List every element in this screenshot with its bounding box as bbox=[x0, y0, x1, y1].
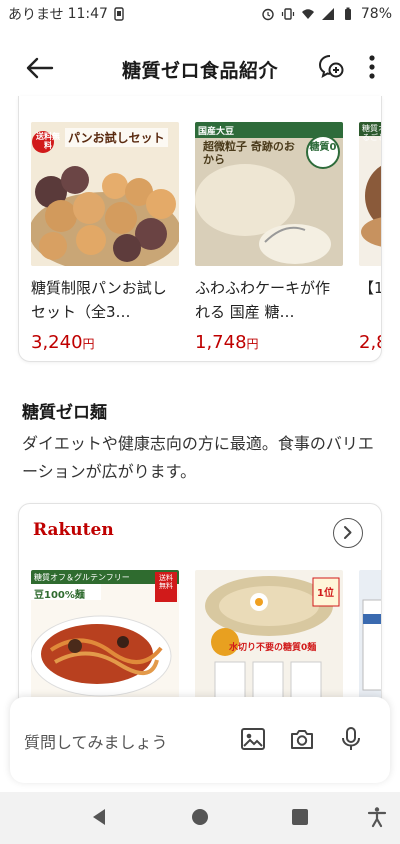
product-carousel[interactable]: 糖質オフ＆グルテンフリー 豆100%麺 送料無料 水切り不要の糖質0麺 1位 bbox=[31, 570, 381, 700]
product-image[interactable]: 糖質オフ＆グルテンフリー 豆100%麺 送料無料 bbox=[31, 570, 179, 700]
vibrate-icon bbox=[281, 8, 294, 20]
product-image[interactable]: 送料無料 パンお試しセット bbox=[31, 122, 179, 266]
product-price: 3,240円 bbox=[31, 332, 95, 353]
signal-icon bbox=[321, 8, 334, 20]
recents-square-icon[interactable] bbox=[289, 806, 311, 828]
rakuten-logo: Rakuten bbox=[33, 520, 114, 540]
question-input[interactable]: 質問してみましょう bbox=[24, 729, 168, 753]
product-price: 2,88 bbox=[359, 332, 381, 353]
product-item[interactable] bbox=[359, 570, 381, 700]
app-bar: 糖質ゼロ食品紹介 bbox=[0, 40, 400, 96]
product-card: 送料無料 パンお試しセット 糖質制限パンお試しセット（全3… 3,240円 国産… bbox=[18, 96, 382, 362]
domestic-soy-badge: 国産大豆 bbox=[198, 127, 235, 137]
image-icon[interactable] bbox=[240, 727, 266, 751]
new-chat-icon[interactable] bbox=[316, 52, 346, 82]
chevron-right-icon bbox=[344, 526, 352, 539]
phone-icon bbox=[114, 7, 124, 21]
package-image bbox=[362, 599, 381, 691]
more-options-icon[interactable] bbox=[366, 54, 378, 80]
section-title: 糖質ゼロ麺 bbox=[22, 403, 107, 423]
product-item[interactable]: 国産大豆 超微粒子 奇跡のおから 糖質0 ふわふわケーキが作れる 国産 糖… 1… bbox=[195, 122, 343, 353]
product-carousel[interactable]: 送料無料 パンお試しセット 糖質制限パンお試しセット（全3… 3,240円 国産… bbox=[31, 122, 381, 353]
free-shipping-badge: 送料無料 bbox=[36, 132, 60, 150]
product-name[interactable]: ふわふわケーキが作れる 国産 糖… bbox=[195, 276, 343, 324]
product-image[interactable]: 水切り不要の糖質0麺 1位 bbox=[195, 570, 343, 700]
product-image[interactable]: 国産大豆 超微粒子 奇跡のおから 糖質0 bbox=[195, 122, 343, 266]
clock: 11:47 bbox=[67, 6, 108, 22]
accessibility-icon[interactable] bbox=[366, 806, 388, 828]
image-banner: 糖質オフ＆グルテンフリー bbox=[34, 573, 130, 582]
notification-text: ありませ bbox=[8, 7, 64, 23]
product-item[interactable]: 水切り不要の糖質0麺 1位 bbox=[195, 570, 343, 700]
product-item[interactable]: 糖質オフ＆グルテンフリー 豆100%麺 送料無料 bbox=[31, 570, 179, 700]
battery-icon bbox=[344, 7, 351, 20]
card-next-button[interactable] bbox=[333, 518, 363, 548]
free-shipping-badge: 送料無料 bbox=[159, 574, 173, 590]
section-description: ダイエットや健康志向の方に最適。食事のバリエーションが広がります。 bbox=[22, 434, 374, 481]
bread-loaf-image bbox=[359, 122, 381, 266]
product-item[interactable]: 送料無料 パンお試しセット 糖質制限パンお試しセット（全3… 3,240円 bbox=[31, 122, 179, 353]
product-image[interactable] bbox=[359, 570, 381, 700]
alarm-icon bbox=[262, 8, 274, 21]
system-nav-bar bbox=[0, 792, 400, 844]
product-price: 1,748円 bbox=[195, 332, 259, 353]
camera-icon[interactable] bbox=[289, 727, 315, 751]
product-image[interactable]: 糖質オフ&グ まるごと bbox=[359, 122, 381, 266]
question-input-bar[interactable]: 質問してみましょう bbox=[10, 697, 390, 783]
image-caption: 超微粒子 奇跡のおから bbox=[203, 140, 295, 166]
wifi-icon bbox=[301, 9, 314, 19]
product-name[interactable]: 【15%ン】 bbox=[359, 276, 381, 324]
image-caption: 水切り不要の糖質0麺 bbox=[229, 643, 317, 653]
battery-level: 78% bbox=[360, 6, 392, 22]
product-item[interactable]: 糖質オフ&グ まるごと 【15%ン】 2,88 bbox=[359, 122, 381, 353]
microphone-icon[interactable] bbox=[338, 727, 364, 751]
product-name[interactable]: 糖質制限パンお試しセット（全3… bbox=[31, 276, 179, 324]
image-caption: 豆100%麺 bbox=[34, 590, 85, 601]
image-caption: 糖質オフ&グ まるごと bbox=[362, 124, 381, 142]
image-caption: パンお試しセット bbox=[65, 128, 168, 147]
rank-badge: 1位 bbox=[317, 588, 334, 599]
back-triangle-icon[interactable] bbox=[88, 806, 110, 828]
sugar-zero-badge: 糖質0 bbox=[309, 142, 337, 153]
status-bar: ありませ 11:47 78% bbox=[0, 0, 400, 28]
home-circle-icon[interactable] bbox=[189, 806, 211, 828]
